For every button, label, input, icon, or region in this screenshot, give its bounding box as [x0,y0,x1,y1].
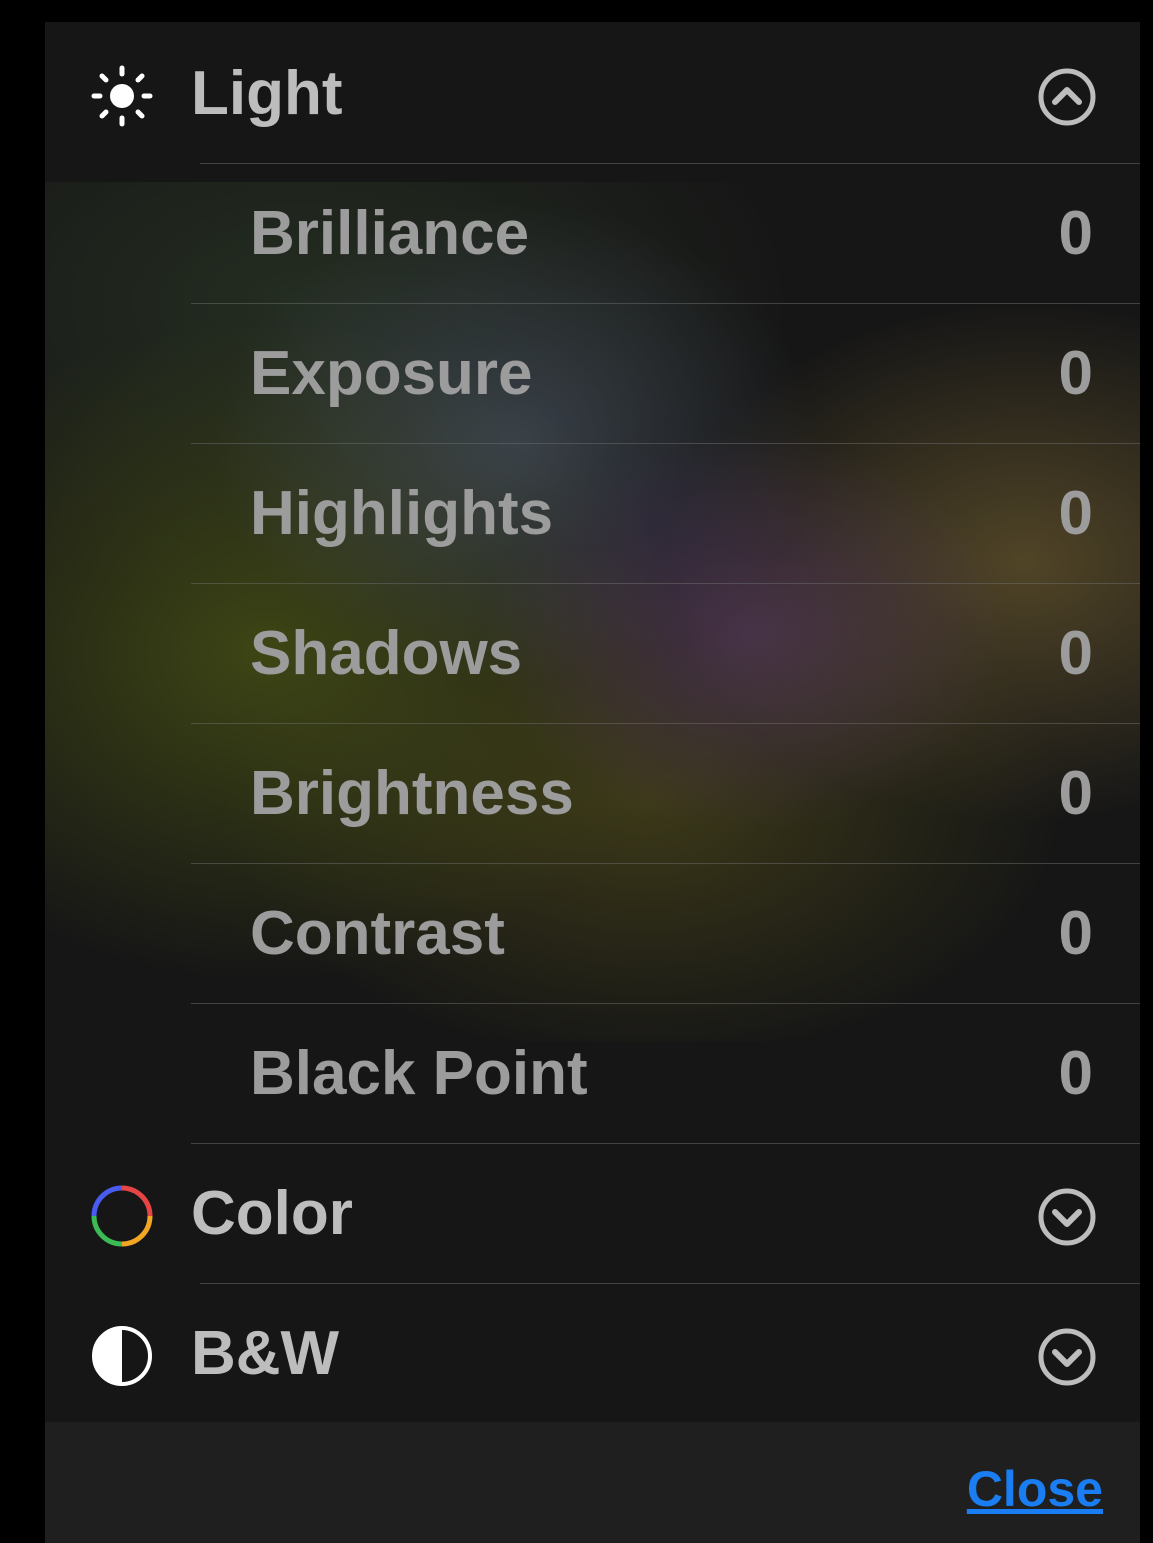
adjustment-value: 0 [1058,199,1093,268]
adjustment-label: Contrast [250,899,505,968]
sun-icon [91,65,153,127]
adjustment-row-brilliance[interactable]: Brilliance 0 [45,164,1140,304]
adjustment-row-contrast[interactable]: Contrast 0 [45,864,1140,1004]
adjustment-row-black-point[interactable]: Black Point 0 [45,1004,1140,1144]
panel-footer: Close [45,1422,1140,1543]
adjustment-value: 0 [1058,619,1093,688]
chevron-down-circle-icon[interactable] [1037,1327,1097,1387]
chevron-down-circle-icon[interactable] [1037,1187,1097,1247]
close-button[interactable]: Close [967,1460,1103,1518]
adjustment-value: 0 [1058,479,1093,548]
adjustment-value: 0 [1058,339,1093,408]
adjustment-label: Highlights [250,479,554,548]
section-color-header[interactable]: Color [45,1144,1140,1284]
section-light-header[interactable]: Light [45,24,1140,164]
section-color-label: Color [191,1179,353,1248]
section-bw-header[interactable]: B&W [45,1284,1140,1424]
adjustment-row-shadows[interactable]: Shadows 0 [45,584,1140,724]
adjustment-label: Shadows [250,619,523,688]
adjustment-value: 0 [1058,1039,1093,1108]
chevron-up-circle-icon[interactable] [1037,67,1097,127]
adjustment-row-highlights[interactable]: Highlights 0 [45,444,1140,584]
adjustment-value: 0 [1058,759,1093,828]
adjustment-label: Brilliance [250,199,530,268]
half-circle-contrast-icon [92,1326,152,1386]
adjustment-label: Brightness [250,759,574,828]
adjustment-row-exposure[interactable]: Exposure 0 [45,304,1140,444]
adjustment-label: Exposure [250,339,533,408]
adjustments-panel: Light Brilliance 0 Exposure 0 Highlights… [45,22,1140,1543]
adjustment-label: Black Point [250,1039,588,1108]
section-bw-label: B&W [191,1319,340,1388]
section-light-label: Light [191,59,343,128]
adjustment-value: 0 [1058,899,1093,968]
color-wheel-icon [91,1185,153,1247]
adjustment-row-brightness[interactable]: Brightness 0 [45,724,1140,864]
